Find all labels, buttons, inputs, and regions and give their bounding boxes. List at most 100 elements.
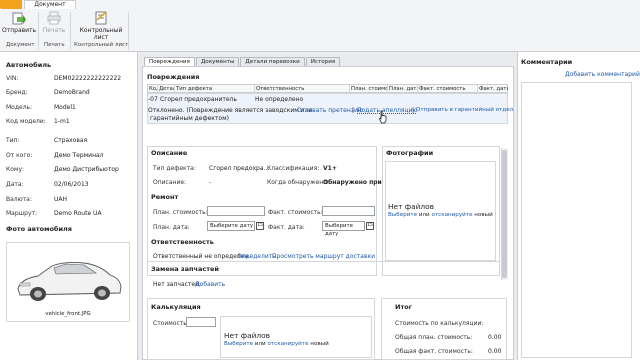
brand-label: Бренд:	[6, 89, 28, 96]
fact-cost-input[interactable]	[322, 206, 375, 216]
print-label: Печать	[42, 27, 66, 34]
discovered-value: Обнаружено при...	[323, 179, 389, 186]
view-route-link[interactable]: Просмотреть маршрут доставки	[272, 253, 375, 260]
vin-value: DEM02222222222222	[54, 75, 122, 82]
col-plan-date: План. дата	[389, 85, 418, 93]
checklist-label: Контрольный лист	[79, 27, 123, 41]
car-image	[17, 261, 122, 301]
from-label: От кого:	[6, 152, 33, 159]
vin-label: VIN:	[6, 75, 19, 82]
send-warranty-link[interactable]: Отправить в гарантийный отдел	[416, 107, 513, 113]
plan-total-value: 0.00	[488, 334, 502, 341]
damages-table-header: Код Деталь Тип дефекта Ответственность П…	[147, 84, 508, 93]
group-document: Документ	[6, 42, 35, 48]
col-code: Код	[149, 85, 158, 93]
plan-cost-label: План. стоимость:	[153, 209, 208, 216]
col-fact-cost: Факт. стоимость	[418, 85, 478, 93]
group-separator	[70, 12, 71, 50]
photos-dropzone[interactable]	[385, 161, 496, 261]
fact-total-value: 0.00	[488, 348, 502, 355]
divider	[147, 261, 500, 262]
fact-total-label: Общая факт. стоимость:	[395, 348, 473, 355]
damages-header: Повреждения	[147, 73, 200, 81]
defect-type-label: Тип дефекта:	[153, 165, 196, 172]
currency-value: UAH	[54, 196, 68, 203]
print-icon	[47, 11, 61, 25]
parts-empty-text: Нет запчастей.	[153, 281, 201, 288]
classification-label: Классификация:	[267, 165, 320, 172]
calculation-header: Калькуляция	[151, 303, 201, 311]
plan-total-label: Общая план. стоимость:	[395, 334, 473, 341]
vehicle-photo[interactable]: vehicle_front.JPG	[6, 242, 130, 322]
calc-scan-link[interactable]: отсканируйте	[267, 341, 308, 347]
defect-type-value: Сгорел предохра...	[209, 165, 270, 172]
plan-date-label: План. дата:	[153, 224, 190, 231]
define-link[interactable]: Определить	[237, 253, 276, 260]
fact-cost-label: Факт. стоимость:	[268, 209, 323, 216]
ribbon-tab-document[interactable]: Документ	[24, 0, 76, 9]
col-part: Деталь	[158, 85, 175, 93]
discovered-label: Когда обнаружено:	[267, 179, 329, 186]
from-value: Демо Терминал	[54, 152, 104, 159]
col-responsibility: Ответственность	[255, 85, 350, 93]
add-comment-link[interactable]: Добавить комментарий	[565, 71, 640, 78]
model-label: Модель:	[6, 104, 33, 111]
action-separator: |	[412, 107, 415, 114]
type-value: Страховая	[54, 137, 88, 144]
row-status-cont: гарантийным дефектом)	[150, 115, 229, 122]
model-value: Model1	[54, 104, 76, 111]
calc-or-text: или	[254, 341, 266, 347]
photos-new-text: новый	[474, 212, 493, 218]
calc-new-text: новый	[310, 341, 329, 347]
vehicle-photo-header: Фото автомобиля	[6, 225, 72, 233]
route-label: Маршрут:	[6, 210, 38, 217]
model-code-label: Код модели:	[6, 118, 46, 125]
send-icon	[12, 12, 26, 25]
type-label: Тип:	[6, 137, 20, 144]
group-checklist: Контрольный лист	[74, 42, 129, 48]
photos-or-text: или	[418, 212, 430, 218]
plan-cost-input[interactable]	[207, 206, 265, 216]
row-code: -07	[148, 96, 158, 103]
row-status: Отклонено. (Повреждение является заводск…	[148, 107, 313, 114]
date-label: Дата:	[6, 181, 24, 188]
to-label: Кому:	[6, 166, 25, 173]
group-separator	[38, 12, 39, 50]
total-header: Итог	[395, 303, 413, 311]
photos-scan-link[interactable]: отсканируйте	[431, 212, 472, 218]
hand-cursor-icon	[379, 110, 387, 124]
vehicle-header: Автомобиль	[6, 61, 52, 69]
photo-filename[interactable]: vehicle_front.JPG	[7, 311, 129, 317]
currency-label: Валюта:	[6, 196, 32, 203]
add-part-link[interactable]: Добавить	[195, 281, 225, 288]
classification-value: V1+	[323, 165, 337, 172]
responsibility-text: Ответственный не определен.	[153, 253, 251, 260]
model-code-value: 1-m1	[54, 118, 70, 125]
row-defect: Сгорел предохранитель	[160, 96, 237, 103]
col-defect-type: Тип дефекта	[175, 85, 255, 93]
fact-date-label: Факт. дата:	[268, 224, 305, 231]
description-label: Описание:	[153, 179, 187, 186]
scrollbar-thumb[interactable]	[502, 150, 507, 278]
group-print: Печать	[44, 42, 65, 48]
comments-header: Комментарии	[521, 58, 573, 66]
calc-cost-input[interactable]	[186, 317, 216, 327]
col-fact-date: Факт. дата	[479, 86, 508, 92]
fact-date-input[interactable]: Выберите дату	[322, 221, 365, 237]
to-value: Демо Дистрибьютор	[54, 166, 119, 173]
photos-choose-link[interactable]: Выберите	[388, 212, 417, 218]
brand-value: DemoBrand	[54, 89, 90, 96]
plan-date-input[interactable]: Выберите дату	[207, 221, 255, 231]
calc-no-files: Нет файлов	[224, 331, 271, 340]
calendar-icon[interactable]: 15	[256, 222, 264, 230]
send-label: Отправить	[2, 27, 37, 34]
photos-header: Фотографии	[386, 149, 434, 157]
action-separator: |	[352, 107, 355, 114]
calc-choose-link[interactable]: Выберите	[224, 341, 253, 347]
group-separator	[128, 12, 129, 50]
description-header: Описание	[151, 149, 188, 157]
app-menu-button[interactable]	[0, 0, 22, 9]
responsibility-header: Ответственность	[151, 238, 214, 246]
calendar-icon[interactable]: 15	[366, 222, 374, 230]
comments-list[interactable]	[521, 82, 632, 358]
